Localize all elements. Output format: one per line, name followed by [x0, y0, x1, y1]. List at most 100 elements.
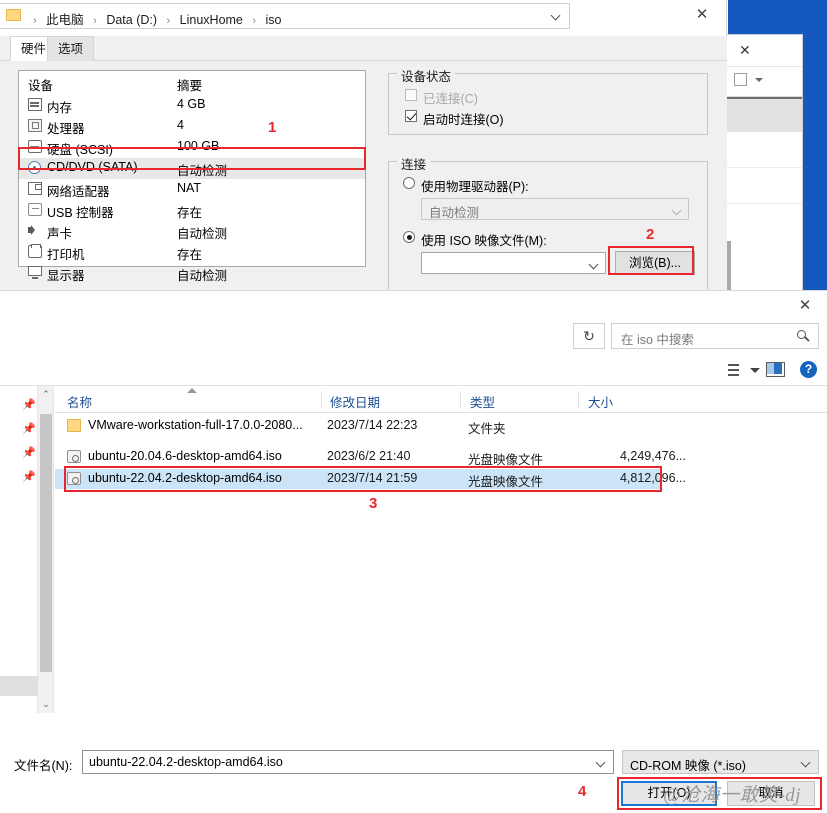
device-row-network[interactable]: 网络适配器 NAT: [19, 179, 365, 200]
file-dialog-toolbar: [0, 358, 827, 386]
breadcrumb-item-this-pc[interactable]: 此电脑: [46, 13, 84, 27]
device-row-cd-dvd[interactable]: CD/DVD (SATA) 自动检测: [19, 158, 365, 179]
chevron-down-icon: [588, 259, 599, 270]
column-header-type[interactable]: 类型: [470, 392, 495, 411]
table-row[interactable]: ubuntu-22.04.2-desktop-amd64.iso 2023/7/…: [55, 469, 686, 489]
breadcrumb-separator: ›: [33, 15, 37, 27]
pin-icon: 📌: [22, 423, 36, 435]
device-summary: 存在: [177, 206, 203, 220]
column-header-date[interactable]: 修改日期: [330, 392, 380, 411]
column-header-summary: 摘要: [177, 79, 203, 93]
device-summary: 4 GB: [177, 97, 206, 111]
filetype-combo[interactable]: CD-ROM 映像 (*.iso): [622, 750, 819, 774]
device-row-memory[interactable]: 内存 4 GB: [19, 95, 365, 116]
file-dialog-titlebar: ✕: [0, 291, 827, 323]
refresh-icon[interactable]: ↻: [573, 323, 605, 349]
radio-box: [403, 177, 415, 189]
preview-pane-icon[interactable]: [766, 362, 785, 377]
scrollbar-thumb[interactable]: [40, 414, 52, 672]
close-icon[interactable]: ✕: [791, 295, 819, 317]
device-summary: 自动检测: [177, 164, 228, 178]
device-row-printer[interactable]: 打印机 存在: [19, 242, 365, 263]
view-options-icon[interactable]: [728, 364, 741, 376]
annotation-number-4: 4: [578, 783, 587, 800]
chevron-down-icon[interactable]: [550, 10, 561, 21]
breadcrumb-item-linuxhome[interactable]: LinuxHome: [180, 13, 243, 27]
device-table[interactable]: 设备 摘要 内存 4 GB 处理器 4 硬盘 (SCSI) 100 GB CD/…: [18, 70, 366, 283]
device-name: 声卡: [47, 227, 73, 241]
file-date: 2023/7/14 21:59: [327, 471, 418, 485]
device-row-usb[interactable]: USB 控制器 存在: [19, 200, 365, 221]
iso-file-icon: [67, 450, 81, 463]
background-window[interactable]: ✕: [726, 34, 803, 297]
table-row[interactable]: VMware-workstation-full-17.0.0-2080... 2…: [55, 416, 827, 436]
device-summary: 存在: [177, 248, 203, 262]
background-window-selected-row: [727, 99, 802, 132]
breadcrumb-item-iso[interactable]: iso: [266, 13, 282, 27]
browse-button[interactable]: 浏览(B)...: [615, 251, 695, 275]
watermark: @沧海一敢笑-dj: [663, 785, 802, 806]
iso-file-icon: [67, 472, 81, 485]
sidebar-selected-item[interactable]: [0, 676, 38, 696]
device-row-sound[interactable]: 声卡 自动检测: [19, 221, 365, 242]
filename-label: 文件名(N):: [14, 759, 73, 773]
background-window-scrollbar[interactable]: [727, 241, 731, 297]
sound-icon: [28, 224, 42, 237]
chevron-down-icon[interactable]: [595, 757, 606, 768]
chevron-down-icon[interactable]: [750, 368, 760, 373]
device-summary: 自动检测: [177, 227, 228, 241]
device-row-harddisk[interactable]: 硬盘 (SCSI) 100 GB: [19, 137, 365, 158]
breadcrumb-item-data-d[interactable]: Data (D:): [106, 13, 157, 27]
navigation-sidebar[interactable]: 📌 📌 📌 📌 diskD e ) (E:): [0, 386, 38, 713]
chevron-down-icon[interactable]: ⌄: [41, 699, 51, 709]
checkbox-label: 启动时连接(O): [423, 113, 504, 127]
column-divider[interactable]: [578, 391, 579, 408]
device-summary: 4: [177, 118, 184, 132]
device-row-processor[interactable]: 处理器 4: [19, 116, 365, 137]
pin-icon: 📌: [22, 471, 36, 483]
table-row[interactable]: ubuntu-20.04.6-desktop-amd64.iso 2023/6/…: [55, 447, 827, 467]
radio-label: 使用 ISO 映像文件(M):: [421, 234, 547, 248]
file-name: ubuntu-22.04.2-desktop-amd64.iso: [88, 471, 282, 485]
file-list-header: 名称 修改日期 类型 大小: [55, 386, 827, 413]
device-name: 处理器: [47, 122, 85, 136]
annotation-number-1: 1: [268, 119, 277, 136]
search-input[interactable]: 在 iso 中搜索: [611, 323, 819, 349]
breadcrumb-separator: ›: [93, 15, 97, 27]
folder-icon: [6, 9, 21, 21]
checkbox-box: [405, 89, 417, 101]
chevron-down-icon[interactable]: [800, 757, 811, 768]
file-size: 4,249,476...: [619, 449, 686, 463]
column-divider[interactable]: [321, 391, 322, 408]
device-name: 打印机: [47, 248, 85, 262]
device-status-legend: 设备状态: [397, 66, 456, 85]
column-header-size[interactable]: 大小: [588, 392, 613, 411]
column-header-name[interactable]: 名称: [67, 392, 92, 411]
tab-options[interactable]: 选项: [47, 36, 95, 61]
file-size: 4,812,096...: [619, 471, 686, 485]
background-window-row: [727, 132, 802, 168]
device-name: 内存: [47, 101, 73, 115]
file-name: ubuntu-20.04.6-desktop-amd64.iso: [88, 449, 282, 463]
connection-group: 连接 使用物理驱动器(P): 自动检测 使用 ISO 映像文件(M): 浏览(B…: [388, 154, 708, 293]
device-name: USB 控制器: [47, 206, 114, 220]
column-divider[interactable]: [460, 391, 461, 408]
address-bar[interactable]: › 此电脑 › Data (D:) › LinuxHome › iso: [0, 3, 570, 29]
iso-path-combo[interactable]: [421, 252, 606, 274]
device-summary: 100 GB: [177, 139, 220, 153]
physical-drive-combo[interactable]: 自动检测: [421, 198, 689, 220]
device-summary: 自动检测: [177, 269, 228, 283]
chevron-up-icon[interactable]: ⌃: [41, 389, 51, 399]
sort-ascending-icon: [187, 388, 197, 393]
sidebar-scrollbar[interactable]: ⌃ ⌄: [38, 386, 54, 713]
background-window-row: [727, 168, 802, 204]
close-icon[interactable]: ✕: [739, 43, 751, 57]
device-table-header: 设备 摘要: [19, 71, 365, 95]
file-type: 光盘映像文件: [468, 475, 544, 489]
close-icon[interactable]: ✕: [688, 4, 716, 26]
filename-input[interactable]: ubuntu-22.04.2-desktop-amd64.iso: [82, 750, 614, 774]
chevron-down-icon[interactable]: [755, 78, 763, 82]
device-row-display[interactable]: 显示器 自动检测: [19, 263, 365, 284]
network-icon: [28, 182, 42, 195]
help-icon[interactable]: ?: [800, 361, 817, 378]
